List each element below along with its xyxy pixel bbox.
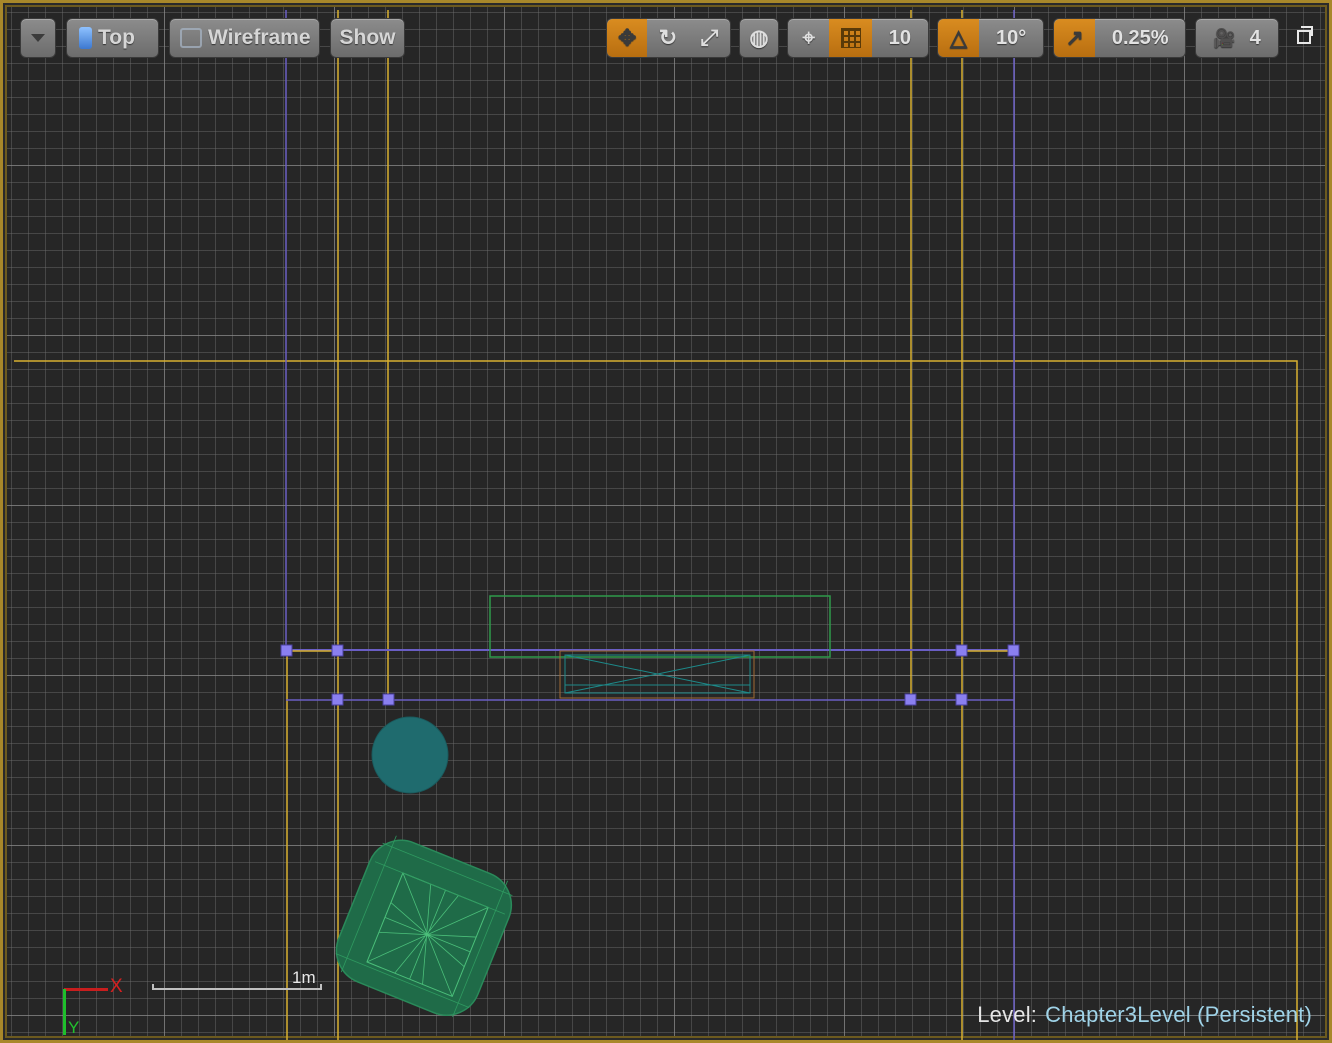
viewport-type-label: Top [98,26,135,49]
view-mode-button[interactable]: Wireframe [169,18,320,58]
camera-speed-button[interactable]: 🎥 4 [1195,18,1279,58]
grid-snap-group: ⌖ 10 [787,18,929,58]
wireframe-icon [180,28,202,48]
angle-icon: △ [950,25,968,50]
coordinate-space-button[interactable]: ◍ [739,18,779,58]
rotation-snap-value-label: 10° [995,26,1027,49]
chevron-down-icon [31,34,45,42]
scale-label: 1m [292,968,316,987]
show-label: Show [339,26,396,49]
rotate-icon: ↻ [658,25,678,50]
camera-speed-value: 4 [1249,26,1261,49]
globe-icon: ◍ [749,25,769,50]
translate-mode-button[interactable]: ✥ [607,19,648,57]
grid-snap-toggle[interactable] [829,19,872,57]
maximize-icon[interactable] [1297,26,1313,44]
scale-snap-toggle[interactable]: ↗ [1054,19,1096,57]
scale-mode-button[interactable]: ⤢ [689,19,730,57]
axis-y-indicator [63,989,66,1035]
level-viewport[interactable]: Top Wireframe Show ✥ ↻ ⤢ ◍ ⌖ 10 △ 10° ↗ … [0,0,1332,1043]
level-indicator: Level: Chapter3Level (Persistent) [977,1002,1312,1028]
scale-icon: ⤢ [700,25,719,50]
level-prefix: Level: [977,1002,1038,1027]
surface-snap-button[interactable]: ⌖ [788,19,829,57]
axis-x-indicator [64,988,108,991]
scale-snap-group: ↗ 0.25% [1053,18,1186,58]
sphere-mesh [371,716,449,794]
show-button[interactable]: Show [330,18,405,58]
rotate-mode-button[interactable]: ↻ [647,19,688,57]
grid-snap-value[interactable]: 10 [872,19,928,57]
view-mode-label: Wireframe [208,26,311,49]
scale-snap-value-label: 0.25% [1111,26,1169,49]
rotation-snap-toggle[interactable]: △ [938,19,980,57]
rotation-snap-group: △ 10° [937,18,1044,58]
axis-x-label: X [110,976,123,997]
grid-icon [840,28,861,48]
chair-mesh[interactable] [326,830,521,1025]
viewport-options-button[interactable] [20,18,56,58]
scale-snap-value[interactable]: 0.25% [1095,19,1185,57]
camera-speed-icon: 🎥 [1213,27,1236,48]
move-icon: ✥ [617,25,637,50]
scale-bar [152,984,322,990]
table-mesh [489,595,831,658]
rotation-snap-value[interactable]: 10° [979,19,1043,57]
scene-wireframe[interactable] [0,0,1332,1043]
spline-point-handles[interactable] [280,644,1020,706]
scale-arrow-icon: ↗ [1065,25,1084,50]
viewport-type-icon [79,27,92,49]
grid-snap-value-label: 10 [888,26,912,49]
axis-y-label: Y [68,1018,80,1037]
transform-tools-group: ✥ ↻ ⤢ [606,18,731,58]
surface-snap-icon: ⌖ [802,25,815,50]
level-name: Chapter3Level (Persistent) [1045,1002,1312,1027]
bench-mesh[interactable] [559,650,755,699]
viewport-type-button[interactable]: Top [66,18,159,58]
